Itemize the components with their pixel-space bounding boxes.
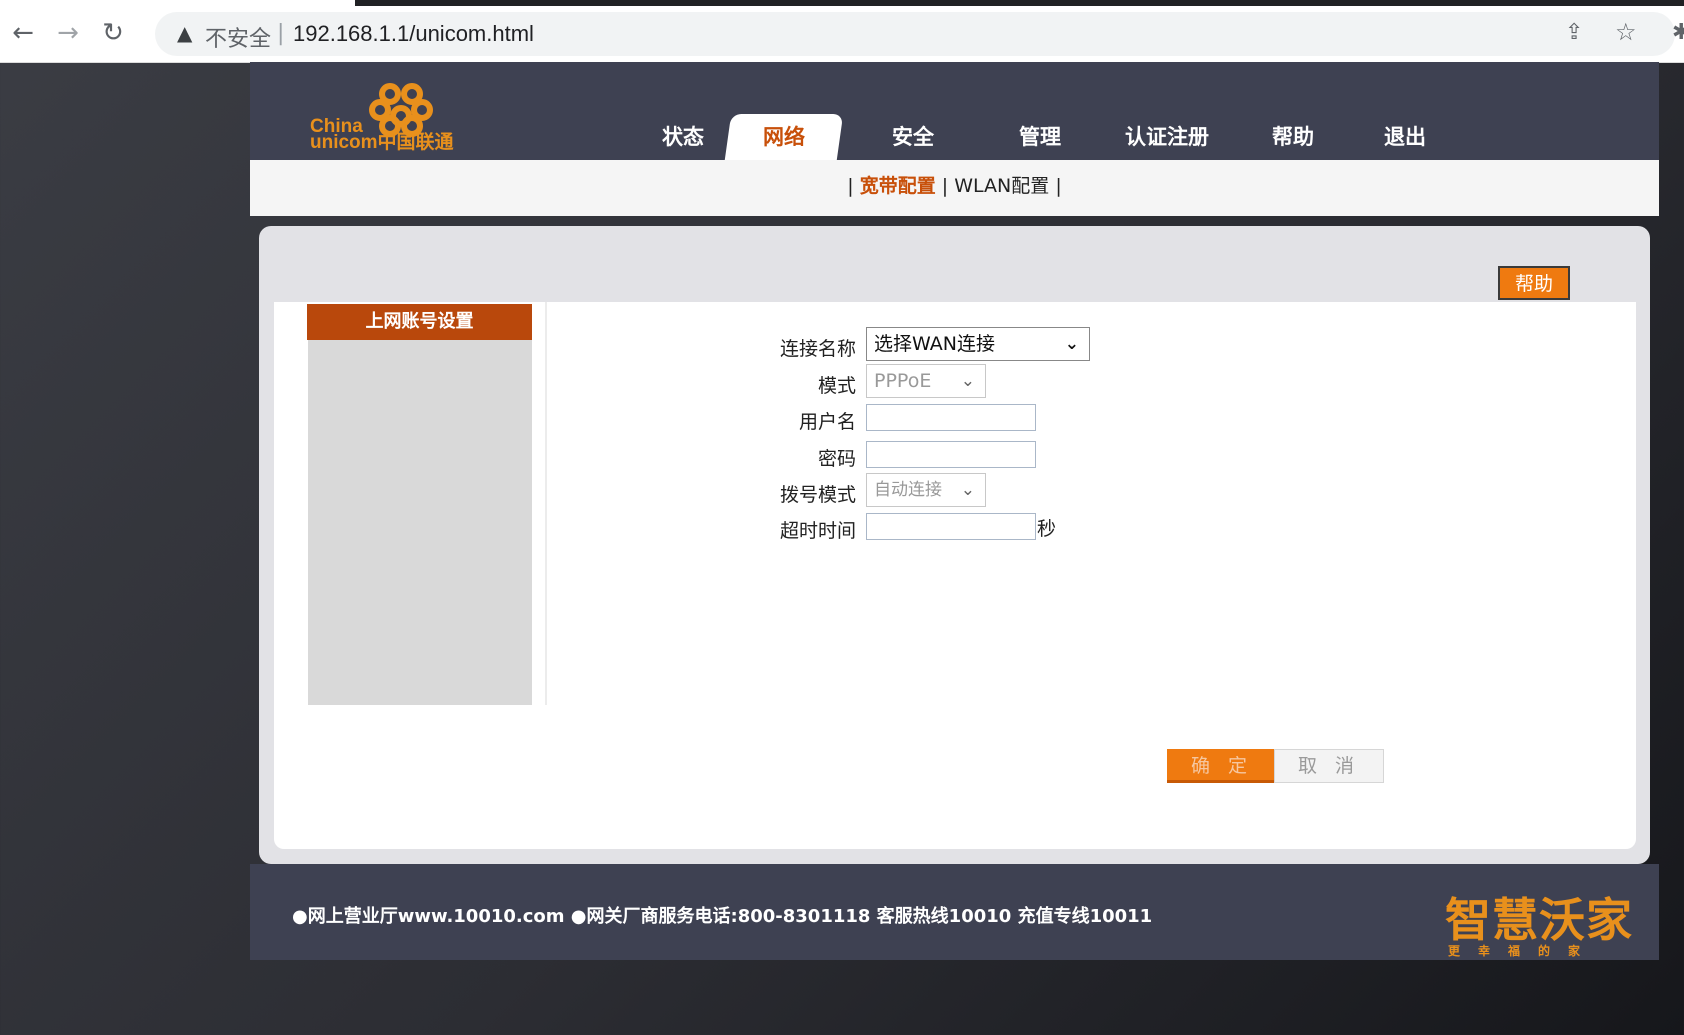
mode-value: PPPoE — [874, 370, 932, 392]
username-label: 用户名 — [798, 411, 856, 433]
password-input[interactable] — [866, 441, 1036, 468]
subnav-broadband-config[interactable]: 宽带配置 — [860, 175, 936, 197]
url-separator: | — [277, 21, 285, 46]
chevron-down-icon: ⌄ — [960, 480, 975, 500]
connection-name-select[interactable]: 选择WAN连接 ⌄ — [866, 327, 1090, 361]
connection-name-label: 连接名称 — [779, 338, 856, 360]
nav-security[interactable]: 安全 — [858, 114, 968, 160]
extensions-icon[interactable]: ✱ — [1672, 20, 1684, 45]
username-input[interactable] — [866, 404, 1036, 431]
brand-slogan: 更幸福的家 — [1448, 944, 1599, 958]
warning-icon[interactable]: ▲ — [177, 21, 192, 45]
back-icon[interactable]: ← — [8, 18, 38, 48]
timeout-input[interactable] — [866, 513, 1036, 540]
dial-mode-label: 拨号模式 — [779, 484, 856, 506]
browser-toolbar: ← → ↻ ▲ 不安全 | 192.168.1.1/unicom.html ⇪ … — [0, 0, 1684, 63]
confirm-button[interactable]: 确 定 — [1167, 749, 1277, 783]
chevron-down-icon: ⌄ — [960, 371, 975, 391]
nav-network[interactable]: 网络 — [724, 114, 844, 160]
logo-text-unicom: unicom中国联通 — [310, 132, 454, 153]
bookmark-star-icon[interactable]: ☆ — [1615, 18, 1637, 46]
reload-icon[interactable]: ↻ — [98, 18, 128, 48]
cancel-button[interactable]: 取 消 — [1274, 749, 1384, 783]
form-area: 上网账号设置 连接名称 选择WAN连接 ⌄ 模式 PPPoE ⌄ 用户名 密码 … — [274, 302, 1636, 849]
chevron-down-icon: ⌄ — [1064, 334, 1079, 354]
nav-status[interactable]: 状态 — [628, 114, 738, 160]
nav-help[interactable]: 帮助 — [1238, 114, 1348, 160]
page-footer: ●网上营业厅www.10010.com ●网关厂商服务电话:800-830111… — [250, 864, 1659, 960]
share-icon[interactable]: ⇪ — [1565, 20, 1583, 45]
content-panel: 帮助 上网账号设置 连接名称 选择WAN连接 ⌄ 模式 PPPoE ⌄ 用户名 … — [259, 226, 1650, 864]
mode-label: 模式 — [817, 375, 856, 397]
router-page: China unicom中国联通 状态 网络 安全 管理 认证注册 帮助 退出 … — [250, 62, 1659, 960]
sidebar-item-account-settings[interactable]: 上网账号设置 — [307, 304, 532, 340]
page-header: China unicom中国联通 状态 网络 安全 管理 认证注册 帮助 退出 — [250, 62, 1659, 160]
url-text[interactable]: 192.168.1.1/unicom.html — [293, 21, 534, 47]
subnav-wlan-config[interactable]: WLAN配置 — [954, 175, 1049, 197]
dial-mode-value: 自动连接 — [874, 480, 942, 500]
brand-logo-text: 智慧沃家 — [1445, 893, 1633, 947]
subnav-separator: | — [847, 175, 854, 197]
sidebar-panel — [308, 340, 532, 705]
connection-name-value: 选择WAN连接 — [874, 333, 995, 355]
window-title-bar — [355, 0, 1684, 6]
nav-auth-register[interactable]: 认证注册 — [1112, 114, 1222, 160]
subnav-separator: | — [1055, 175, 1062, 197]
address-bar[interactable]: ▲ 不安全 | 192.168.1.1/unicom.html ⇪ ☆ — [155, 12, 1675, 56]
help-button[interactable]: 帮助 — [1498, 266, 1570, 300]
forward-icon[interactable]: → — [53, 18, 83, 48]
timeout-label: 超时时间 — [779, 520, 856, 542]
nav-logout[interactable]: 退出 — [1350, 114, 1460, 160]
mode-select[interactable]: PPPoE ⌄ — [866, 364, 986, 398]
password-label: 密码 — [817, 448, 856, 470]
subnav-separator: | — [941, 175, 949, 197]
nav-management[interactable]: 管理 — [985, 114, 1095, 160]
security-label[interactable]: 不安全 — [205, 21, 271, 53]
sub-navigation: | 宽带配置 | WLAN配置 | — [250, 160, 1659, 216]
footer-contact-text: ●网上营业厅www.10010.com ●网关厂商服务电话:800-830111… — [292, 906, 1153, 927]
nav-network-label: 网络 — [763, 125, 805, 149]
divider — [545, 302, 547, 705]
timeout-unit: 秒 — [1037, 518, 1057, 540]
dial-mode-select[interactable]: 自动连接 ⌄ — [866, 473, 986, 507]
